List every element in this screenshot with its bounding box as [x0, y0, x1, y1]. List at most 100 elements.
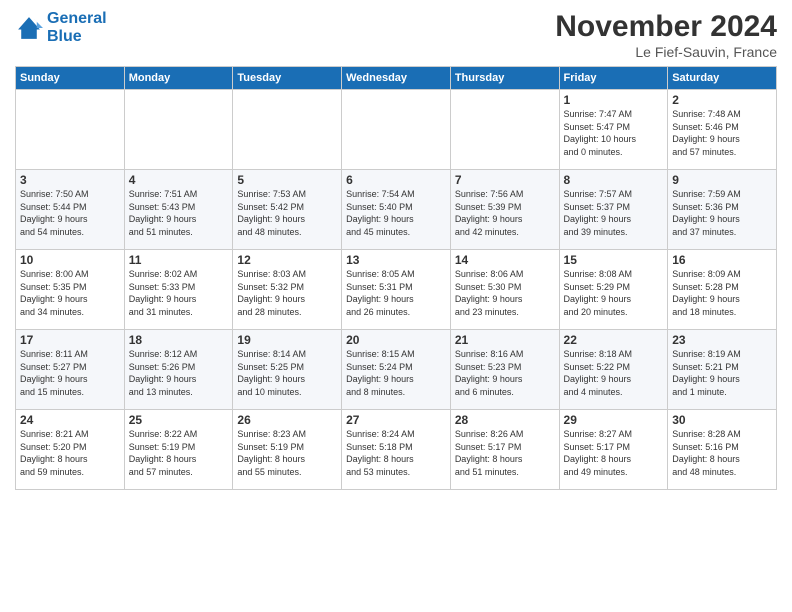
day-number: 3: [20, 173, 120, 187]
day-number: 12: [237, 253, 337, 267]
day-number: 18: [129, 333, 229, 347]
calendar-cell: [124, 90, 233, 170]
day-number: 28: [455, 413, 555, 427]
day-info: Sunrise: 8:02 AM Sunset: 5:33 PM Dayligh…: [129, 268, 229, 318]
calendar-cell: [342, 90, 451, 170]
calendar-cell: 7Sunrise: 7:56 AM Sunset: 5:39 PM Daylig…: [450, 170, 559, 250]
month-title: November 2024: [555, 10, 777, 44]
day-info: Sunrise: 7:47 AM Sunset: 5:47 PM Dayligh…: [564, 108, 664, 158]
calendar-cell: [450, 90, 559, 170]
title-area: November 2024 Le Fief-Sauvin, France: [555, 10, 777, 60]
day-info: Sunrise: 8:15 AM Sunset: 5:24 PM Dayligh…: [346, 348, 446, 398]
calendar-cell: 5Sunrise: 7:53 AM Sunset: 5:42 PM Daylig…: [233, 170, 342, 250]
day-info: Sunrise: 8:08 AM Sunset: 5:29 PM Dayligh…: [564, 268, 664, 318]
calendar-cell: 12Sunrise: 8:03 AM Sunset: 5:32 PM Dayli…: [233, 250, 342, 330]
day-number: 27: [346, 413, 446, 427]
day-info: Sunrise: 8:00 AM Sunset: 5:35 PM Dayligh…: [20, 268, 120, 318]
day-number: 24: [20, 413, 120, 427]
day-number: 26: [237, 413, 337, 427]
calendar-cell: 10Sunrise: 8:00 AM Sunset: 5:35 PM Dayli…: [16, 250, 125, 330]
calendar-cell: 20Sunrise: 8:15 AM Sunset: 5:24 PM Dayli…: [342, 330, 451, 410]
calendar-cell: 14Sunrise: 8:06 AM Sunset: 5:30 PM Dayli…: [450, 250, 559, 330]
day-info: Sunrise: 7:53 AM Sunset: 5:42 PM Dayligh…: [237, 188, 337, 238]
calendar-cell: 11Sunrise: 8:02 AM Sunset: 5:33 PM Dayli…: [124, 250, 233, 330]
day-number: 23: [672, 333, 772, 347]
col-tuesday: Tuesday: [233, 67, 342, 90]
calendar-week-0: 1Sunrise: 7:47 AM Sunset: 5:47 PM Daylig…: [16, 90, 777, 170]
calendar-cell: [233, 90, 342, 170]
day-number: 20: [346, 333, 446, 347]
calendar-cell: 1Sunrise: 7:47 AM Sunset: 5:47 PM Daylig…: [559, 90, 668, 170]
logo-text: General Blue: [47, 10, 107, 46]
day-number: 17: [20, 333, 120, 347]
calendar-table: Sunday Monday Tuesday Wednesday Thursday…: [15, 66, 777, 490]
day-info: Sunrise: 8:16 AM Sunset: 5:23 PM Dayligh…: [455, 348, 555, 398]
calendar-cell: 2Sunrise: 7:48 AM Sunset: 5:46 PM Daylig…: [668, 90, 777, 170]
day-number: 1: [564, 93, 664, 107]
day-number: 2: [672, 93, 772, 107]
day-info: Sunrise: 8:14 AM Sunset: 5:25 PM Dayligh…: [237, 348, 337, 398]
day-info: Sunrise: 7:51 AM Sunset: 5:43 PM Dayligh…: [129, 188, 229, 238]
logo-icon: [15, 14, 43, 42]
day-number: 10: [20, 253, 120, 267]
day-number: 5: [237, 173, 337, 187]
day-number: 19: [237, 333, 337, 347]
day-number: 30: [672, 413, 772, 427]
day-info: Sunrise: 8:23 AM Sunset: 5:19 PM Dayligh…: [237, 428, 337, 478]
calendar-cell: [16, 90, 125, 170]
day-number: 9: [672, 173, 772, 187]
col-saturday: Saturday: [668, 67, 777, 90]
day-number: 15: [564, 253, 664, 267]
calendar-cell: 8Sunrise: 7:57 AM Sunset: 5:37 PM Daylig…: [559, 170, 668, 250]
day-info: Sunrise: 8:27 AM Sunset: 5:17 PM Dayligh…: [564, 428, 664, 478]
calendar-cell: 18Sunrise: 8:12 AM Sunset: 5:26 PM Dayli…: [124, 330, 233, 410]
calendar-cell: 21Sunrise: 8:16 AM Sunset: 5:23 PM Dayli…: [450, 330, 559, 410]
day-info: Sunrise: 8:26 AM Sunset: 5:17 PM Dayligh…: [455, 428, 555, 478]
header: General Blue November 2024 Le Fief-Sauvi…: [15, 10, 777, 60]
logo: General Blue: [15, 10, 107, 46]
day-info: Sunrise: 7:48 AM Sunset: 5:46 PM Dayligh…: [672, 108, 772, 158]
location: Le Fief-Sauvin, France: [555, 44, 777, 60]
calendar-cell: 3Sunrise: 7:50 AM Sunset: 5:44 PM Daylig…: [16, 170, 125, 250]
header-row: Sunday Monday Tuesday Wednesday Thursday…: [16, 67, 777, 90]
calendar-cell: 26Sunrise: 8:23 AM Sunset: 5:19 PM Dayli…: [233, 410, 342, 490]
calendar-cell: 15Sunrise: 8:08 AM Sunset: 5:29 PM Dayli…: [559, 250, 668, 330]
day-number: 16: [672, 253, 772, 267]
day-number: 8: [564, 173, 664, 187]
calendar-cell: 16Sunrise: 8:09 AM Sunset: 5:28 PM Dayli…: [668, 250, 777, 330]
calendar-cell: 24Sunrise: 8:21 AM Sunset: 5:20 PM Dayli…: [16, 410, 125, 490]
day-info: Sunrise: 8:28 AM Sunset: 5:16 PM Dayligh…: [672, 428, 772, 478]
calendar-week-1: 3Sunrise: 7:50 AM Sunset: 5:44 PM Daylig…: [16, 170, 777, 250]
calendar-cell: 28Sunrise: 8:26 AM Sunset: 5:17 PM Dayli…: [450, 410, 559, 490]
day-number: 29: [564, 413, 664, 427]
day-info: Sunrise: 8:11 AM Sunset: 5:27 PM Dayligh…: [20, 348, 120, 398]
day-info: Sunrise: 8:18 AM Sunset: 5:22 PM Dayligh…: [564, 348, 664, 398]
calendar-cell: 29Sunrise: 8:27 AM Sunset: 5:17 PM Dayli…: [559, 410, 668, 490]
day-number: 7: [455, 173, 555, 187]
day-number: 14: [455, 253, 555, 267]
day-info: Sunrise: 8:19 AM Sunset: 5:21 PM Dayligh…: [672, 348, 772, 398]
calendar-cell: 9Sunrise: 7:59 AM Sunset: 5:36 PM Daylig…: [668, 170, 777, 250]
calendar-week-2: 10Sunrise: 8:00 AM Sunset: 5:35 PM Dayli…: [16, 250, 777, 330]
day-info: Sunrise: 7:50 AM Sunset: 5:44 PM Dayligh…: [20, 188, 120, 238]
calendar-cell: 4Sunrise: 7:51 AM Sunset: 5:43 PM Daylig…: [124, 170, 233, 250]
calendar-cell: 23Sunrise: 8:19 AM Sunset: 5:21 PM Dayli…: [668, 330, 777, 410]
day-info: Sunrise: 7:56 AM Sunset: 5:39 PM Dayligh…: [455, 188, 555, 238]
day-info: Sunrise: 7:59 AM Sunset: 5:36 PM Dayligh…: [672, 188, 772, 238]
day-number: 25: [129, 413, 229, 427]
main-container: General Blue November 2024 Le Fief-Sauvi…: [0, 0, 792, 498]
calendar-cell: 13Sunrise: 8:05 AM Sunset: 5:31 PM Dayli…: [342, 250, 451, 330]
calendar-week-3: 17Sunrise: 8:11 AM Sunset: 5:27 PM Dayli…: [16, 330, 777, 410]
day-info: Sunrise: 8:03 AM Sunset: 5:32 PM Dayligh…: [237, 268, 337, 318]
col-wednesday: Wednesday: [342, 67, 451, 90]
day-number: 6: [346, 173, 446, 187]
day-number: 22: [564, 333, 664, 347]
day-info: Sunrise: 7:54 AM Sunset: 5:40 PM Dayligh…: [346, 188, 446, 238]
day-number: 21: [455, 333, 555, 347]
day-info: Sunrise: 8:24 AM Sunset: 5:18 PM Dayligh…: [346, 428, 446, 478]
calendar-cell: 17Sunrise: 8:11 AM Sunset: 5:27 PM Dayli…: [16, 330, 125, 410]
calendar-cell: 27Sunrise: 8:24 AM Sunset: 5:18 PM Dayli…: [342, 410, 451, 490]
col-friday: Friday: [559, 67, 668, 90]
day-number: 11: [129, 253, 229, 267]
calendar-cell: 6Sunrise: 7:54 AM Sunset: 5:40 PM Daylig…: [342, 170, 451, 250]
